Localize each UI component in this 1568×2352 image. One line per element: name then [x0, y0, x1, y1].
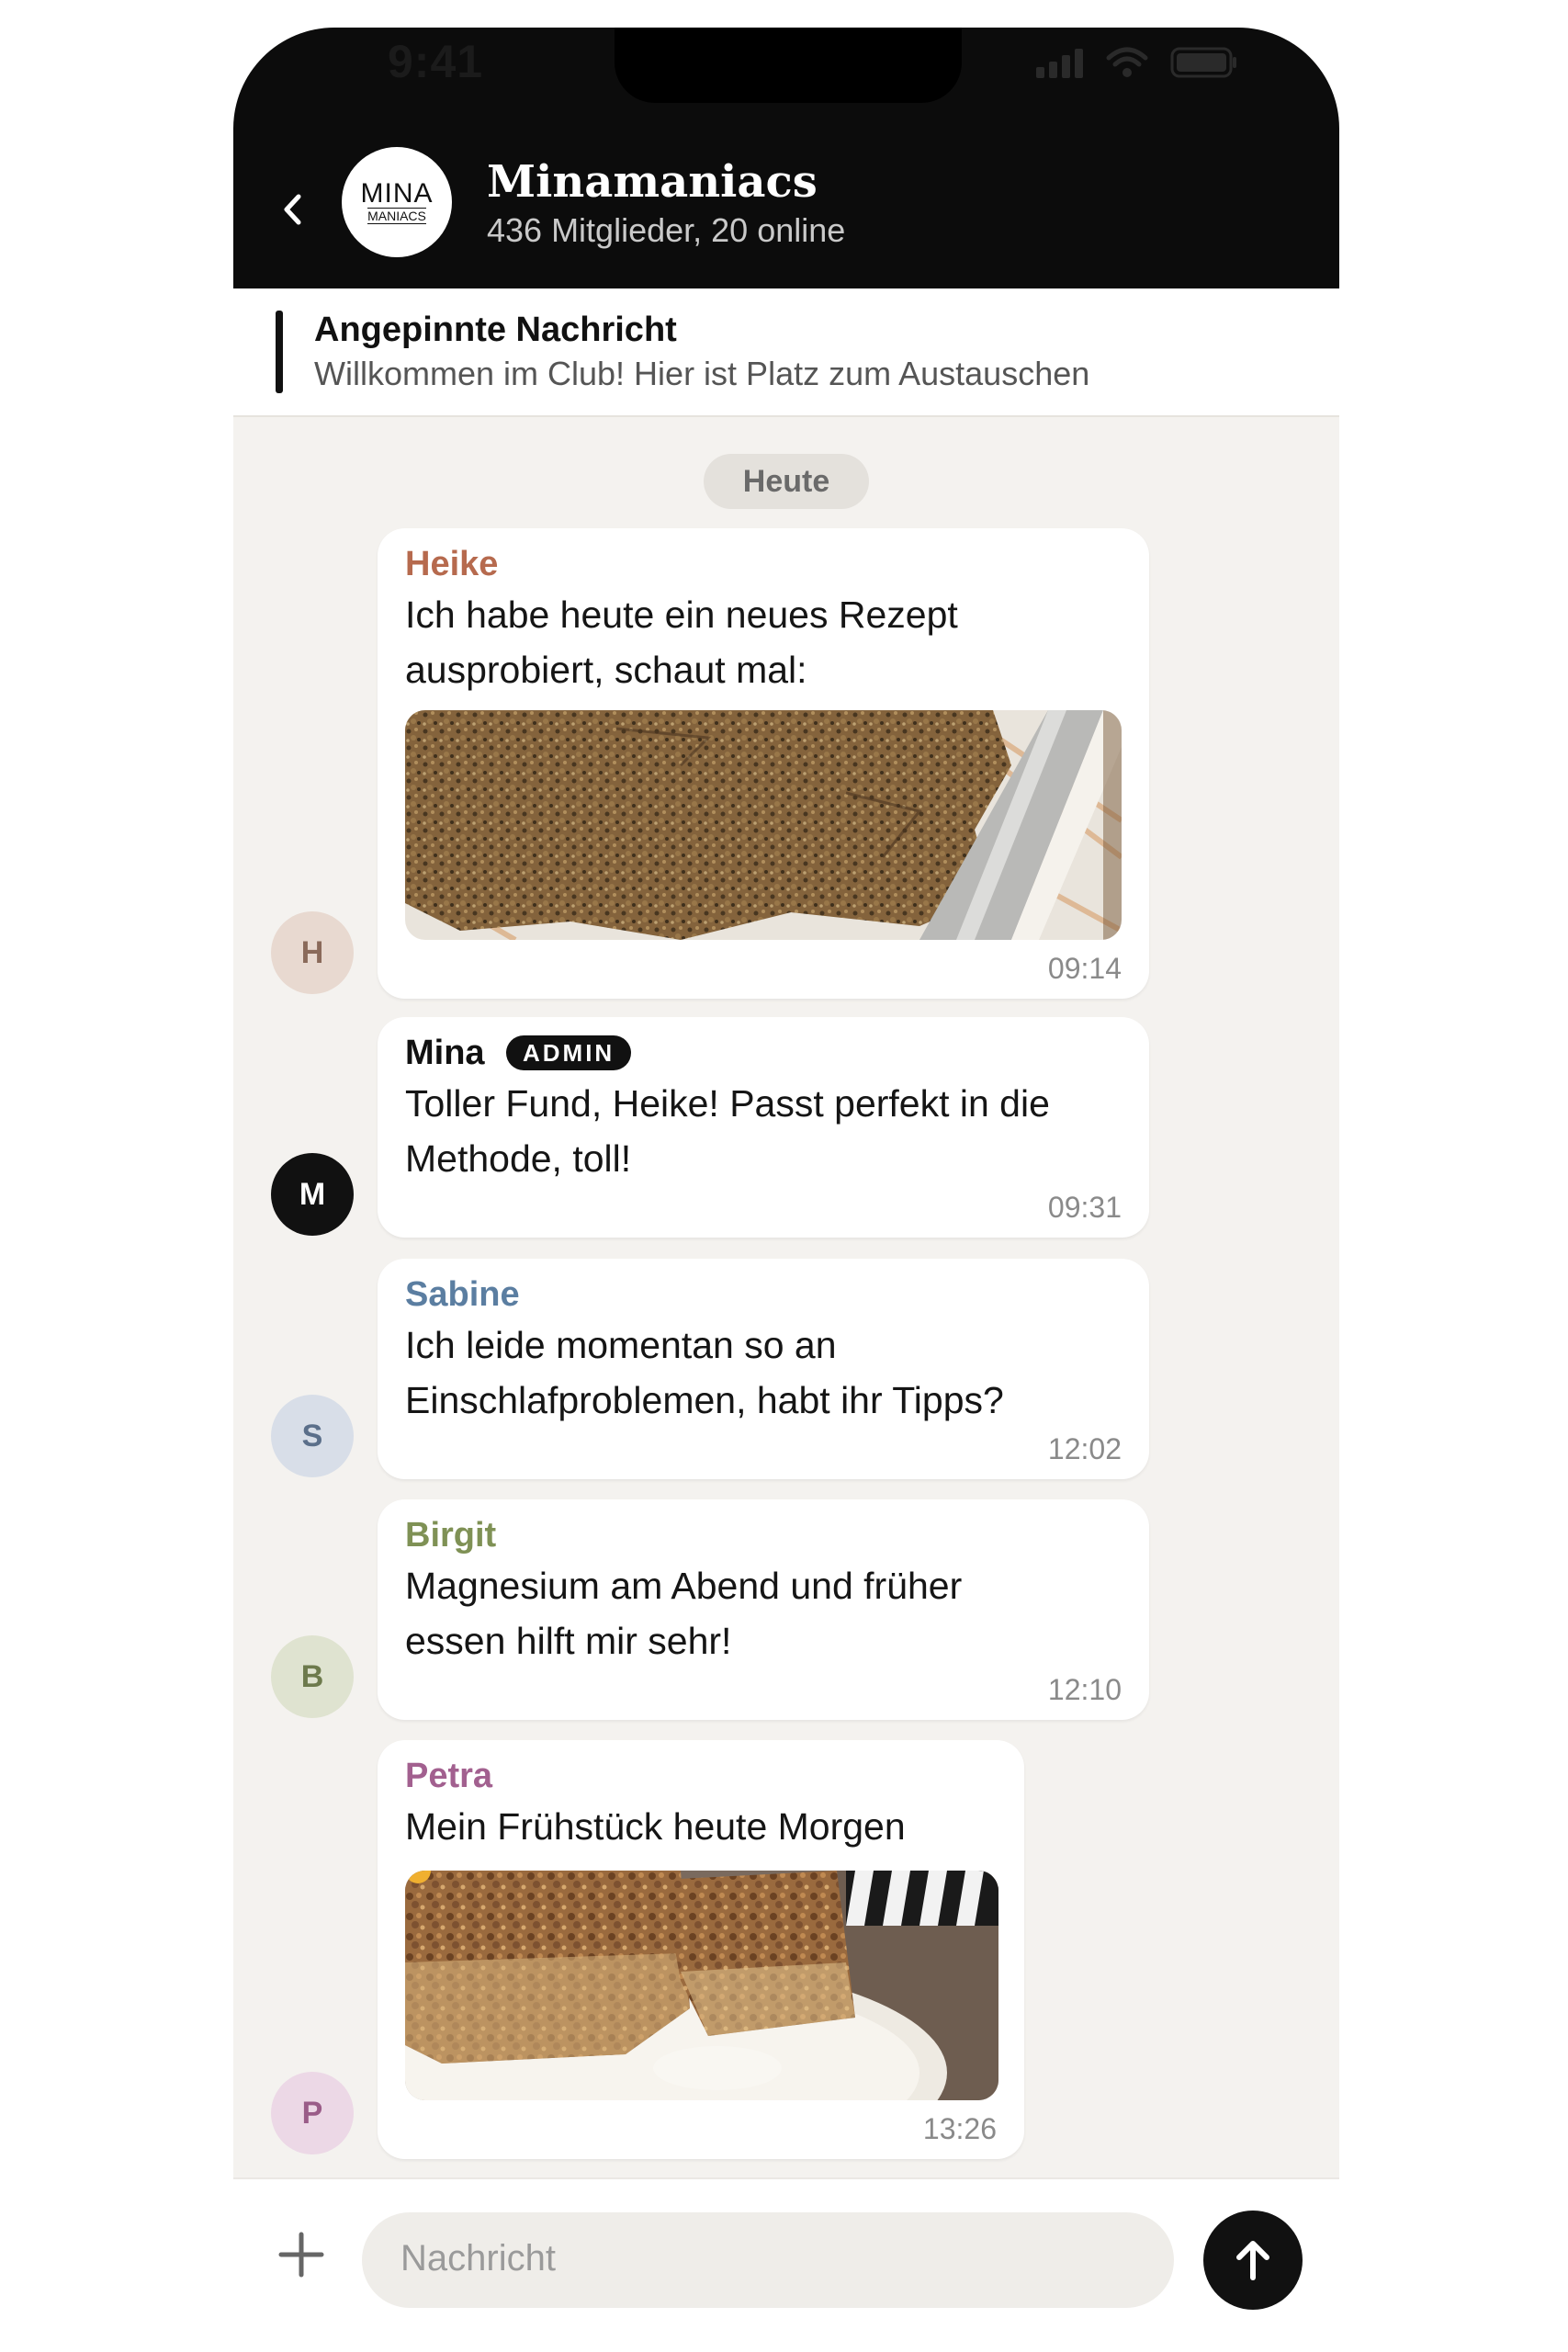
- admin-badge: ADMIN: [506, 1035, 632, 1070]
- crispbread-image: [405, 710, 1122, 940]
- group-title[interactable]: Minamaniacs: [487, 156, 818, 208]
- message-line: essen hilft mir sehr!: [405, 1620, 732, 1662]
- message-sender: Sabine: [405, 1275, 520, 1314]
- message-composer: Nachricht: [233, 2177, 1339, 2324]
- avatar-initial: P: [301, 2095, 323, 2131]
- arrow-up-icon: [1236, 2241, 1269, 2280]
- avatar[interactable]: B: [271, 1635, 354, 1718]
- message-sender: Petra: [405, 1757, 493, 1795]
- send-button[interactable]: [1203, 2211, 1303, 2310]
- message-bubble[interactable]: Birgit Magnesium am Abend und früher ess…: [378, 1499, 1149, 1720]
- message-line: Toller Fund, Heike! Passt perfekt in die: [405, 1082, 1050, 1125]
- logo-text-mina: MINA: [360, 178, 434, 209]
- avatar-initial: H: [300, 934, 324, 970]
- message-line: Ich habe heute ein neues Rezept: [405, 594, 958, 636]
- pinned-accent-bar: [276, 311, 283, 393]
- chevron-left-icon: [284, 194, 301, 225]
- message-bubble[interactable]: Sabine Ich leide momentan so an Einschla…: [378, 1259, 1149, 1479]
- message-line: Methode, toll!: [405, 1137, 632, 1180]
- message-sender: Mina: [405, 1034, 485, 1072]
- dynamic-island: [615, 28, 962, 103]
- message-text: Magnesium am Abend und früher essen hilf…: [405, 1558, 962, 1668]
- message-photo-crackers[interactable]: [405, 710, 1122, 940]
- message-text: Toller Fund, Heike! Passt perfekt in die…: [405, 1076, 1050, 1186]
- message-line: Ich leide momentan so an: [405, 1324, 837, 1366]
- battery-icon: [1170, 47, 1236, 78]
- message-time: 13:26: [922, 2112, 997, 2145]
- message-bubble[interactable]: Mina ADMIN Toller Fund, Heike! Passt per…: [378, 1017, 1149, 1238]
- avatar[interactable]: P: [271, 2072, 354, 2154]
- pinned-text: Willkommen im Club! Hier ist Platz zum A…: [314, 355, 1090, 392]
- group-avatar[interactable]: MINA MANIACS: [342, 147, 452, 257]
- avatar-initial: S: [301, 1418, 323, 1453]
- message-text: Ich leide momentan so an Einschlafproble…: [405, 1317, 1004, 1428]
- message-bubble[interactable]: Petra Mein Frühstück heute Morgen 13:26: [378, 1740, 1024, 2159]
- message-time: 12:10: [1047, 1673, 1122, 1706]
- message-text: Mein Frühstück heute Morgen: [405, 1799, 906, 1854]
- message-bubble[interactable]: Heike Ich habe heute ein neues Rezept au…: [378, 528, 1149, 999]
- group-member-count: 436 Mitglieder, 20 online: [487, 211, 846, 249]
- message-line: Magnesium am Abend und früher: [405, 1565, 963, 1607]
- message-input[interactable]: Nachricht: [362, 2212, 1174, 2308]
- message-line: ausprobiert, schaut mal:: [405, 649, 807, 691]
- status-icons: [1036, 46, 1238, 79]
- avatar[interactable]: H: [271, 911, 354, 994]
- wifi-icon: [1106, 47, 1148, 77]
- attach-button[interactable]: [274, 2227, 329, 2282]
- message-time: 12:02: [1047, 1432, 1122, 1465]
- back-button[interactable]: [274, 184, 310, 235]
- message-sender: Heike: [405, 545, 499, 583]
- message-time: 09:14: [1047, 952, 1122, 985]
- breakfast-cake-image: [405, 1871, 998, 2100]
- avatar[interactable]: S: [271, 1395, 354, 1477]
- avatar[interactable]: M: [271, 1153, 354, 1236]
- pinned-title: Angepinnte Nachricht: [314, 311, 677, 349]
- message-input-placeholder: Nachricht: [400, 2238, 556, 2278]
- message-line: Mein Frühstück heute Morgen: [405, 1805, 906, 1848]
- avatar-initial: B: [300, 1658, 324, 1694]
- pinned-message[interactable]: Angepinnte Nachricht Willkommen im Club!…: [233, 288, 1339, 417]
- status-time: 9:41: [388, 36, 484, 87]
- phone-screen: 9:41 MINA MANIACS Minamaniacs 436 Mitgli…: [233, 28, 1339, 2324]
- plus-icon: [278, 2232, 324, 2278]
- message-line: Einschlafproblemen, habt ihr Tipps?: [405, 1379, 1004, 1421]
- logo-text-maniacs: MANIACS: [367, 208, 426, 224]
- message-time: 09:31: [1047, 1191, 1122, 1224]
- chat-header: 9:41 MINA MANIACS Minamaniacs 436 Mitgli…: [233, 28, 1339, 288]
- message-sender: Birgit: [405, 1516, 497, 1555]
- avatar-initial: M: [299, 1176, 326, 1212]
- message-text: Ich habe heute ein neues Rezept ausprobi…: [405, 587, 958, 697]
- date-separator: Heute: [704, 454, 869, 509]
- message-photo-breakfast[interactable]: [405, 1871, 998, 2100]
- signal-icon: [1036, 49, 1083, 78]
